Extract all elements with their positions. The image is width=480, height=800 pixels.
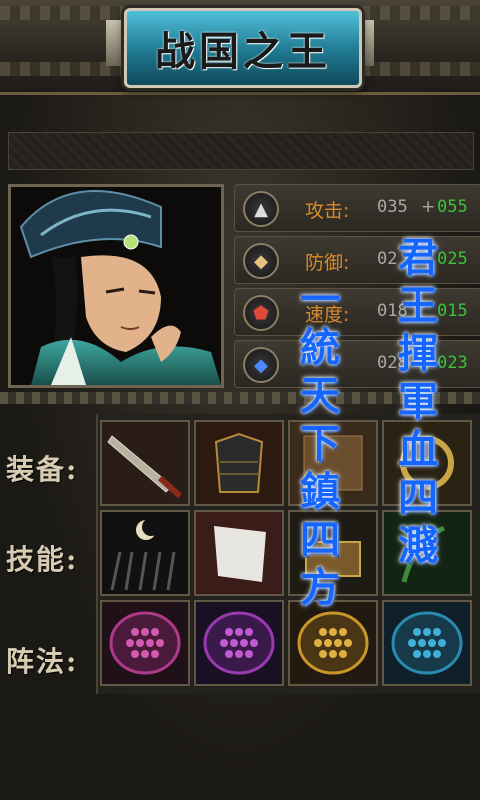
crystal-icon: ◆ (243, 347, 279, 383)
stat-bonus-value: 015 (437, 301, 468, 321)
equipment-slot-1[interactable] (100, 420, 190, 506)
formation-red-icon (102, 602, 188, 684)
spear-icon: ▲ (243, 191, 279, 227)
stat-plus-sign: + (421, 197, 436, 217)
formation-gold-icon (290, 602, 376, 684)
title-plaque: 战国之王 (124, 8, 362, 88)
stat-row-speed: ⬟ 速度: 018 015 (234, 288, 480, 336)
hero-portrait-art (11, 187, 221, 385)
formation-slot-4[interactable] (382, 600, 472, 686)
skill-slot-1[interactable] (100, 510, 190, 596)
slogan-char: 四 (300, 516, 340, 563)
armor-icon (196, 422, 282, 504)
slogan-right: 君 王 揮 軍 血 四 濺 (398, 234, 438, 570)
page-title: 战国之王 (155, 28, 331, 75)
slogan-char: 天 (300, 372, 340, 419)
flag-icon (196, 512, 282, 594)
slogan-char: 方 (300, 564, 340, 611)
formation-purple-icon (196, 602, 282, 684)
equipment-slot-2[interactable] (194, 420, 284, 506)
slogan-left: 一 統 天 下 鎮 四 方 (300, 276, 340, 612)
skill-slot-2[interactable] (194, 510, 284, 596)
stat-base-value: 02 (377, 249, 398, 269)
slogan-char: 揮 (398, 330, 438, 377)
row-label-formation: 阵法: (6, 645, 79, 678)
stat-bonus-value: 025 (437, 249, 468, 269)
row-label-equipment: 装备: (6, 453, 79, 486)
title-wing-left (106, 20, 124, 66)
row-label-skills: 技能: (6, 543, 79, 576)
stat-row-defense: ◆ 防御: 02 025 (234, 236, 480, 284)
stat-row-mana: ◆ 028 + 023 (234, 340, 480, 388)
formation-slot-3[interactable] (288, 600, 378, 686)
slogan-char: 王 (398, 282, 438, 329)
slogan-char: 一 (300, 276, 340, 323)
boot-icon: ⬟ (243, 295, 279, 331)
hero-portrait[interactable] (8, 184, 224, 388)
stat-bonus-value: 055 (437, 197, 468, 217)
formation-teal-icon (384, 602, 470, 684)
sword-icon (102, 422, 188, 504)
slogan-char: 四 (398, 474, 438, 521)
stat-bonus-value: 023 (437, 353, 468, 373)
slogan-char: 統 (300, 324, 340, 371)
slogan-char: 血 (398, 426, 438, 473)
shield-icon: ◆ (243, 243, 279, 279)
slogan-char: 軍 (398, 378, 438, 425)
slogan-char: 濺 (398, 522, 438, 569)
slogan-char: 君 (398, 234, 438, 281)
stat-label: 防御: (305, 252, 350, 274)
formation-slot-1[interactable] (100, 600, 190, 686)
slogan-char: 下 (300, 420, 340, 467)
stat-label: 攻击: (305, 200, 350, 222)
slogan-char: 鎮 (300, 468, 340, 515)
formation-slot-2[interactable] (194, 600, 284, 686)
moon-arrows-icon (102, 512, 188, 594)
stat-base-value: 035 (377, 197, 408, 217)
name-bar (8, 132, 474, 170)
stat-row-attack: ▲ 攻击: 035 + 055 (234, 184, 480, 232)
stats-panel: ▲ 攻击: 035 + 055 ◆ 防御: 02 025 ⬟ 速度: 018 0… (234, 184, 480, 388)
